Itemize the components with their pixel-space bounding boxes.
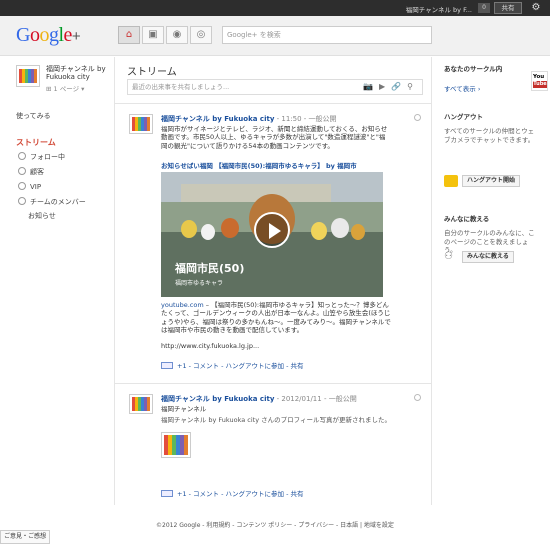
post-card: 福岡チャンネル by Fukuoka city - 2012/01/11 - 一… [115, 383, 431, 505]
post-action-links[interactable]: +1 - コメント - ハングアウトに参加 - 共有 [177, 362, 304, 370]
share-box-input[interactable]: 最近の出来事を共有しましょう... 📷▶🔗⚲ [127, 79, 423, 95]
hangout-heading: ハングアウト [444, 113, 483, 121]
tell-everyone-button[interactable]: みんなに教える [462, 251, 514, 263]
profile-name[interactable]: 福岡チャンネル by Fukuoka city [46, 65, 106, 81]
account-name[interactable]: 福岡チャンネル by F... [406, 4, 472, 14]
post-meta: - 2012/01/11 - 一般公開 [274, 395, 357, 403]
post-link-title[interactable]: お知らせばい福岡 【福岡市民(50):福岡市ゆるキャラ】 by 福岡市 [161, 160, 391, 170]
share-attach-icons[interactable]: 📷▶🔗⚲ [363, 80, 419, 94]
left-sidebar: 福岡チャンネル by Fukuoka city ⊞ 1 ページ ▾ 使ってみる … [0, 57, 112, 517]
post-author[interactable]: 福岡チャンネル by Fukuoka city [161, 395, 274, 403]
post-card: 福岡チャンネル by Fukuoka city - 11:50 - 一般公開 福… [115, 103, 431, 383]
search-input[interactable]: Google+ を検索 [222, 26, 432, 44]
post-text: 福岡市がサイネージとテレビ、ラジオ、新聞と締結運動しておくる、お知らせ動画です。… [161, 125, 388, 150]
tell-heading: みんなに教える [444, 215, 490, 223]
hangout-start-button[interactable]: ハングアウト開始 [462, 175, 521, 187]
google-plus-logo[interactable]: Google+ [16, 24, 81, 47]
post-actions: +1 - コメント - ハングアウトに参加 - 共有 [161, 360, 304, 370]
sidebar-item-team[interactable]: チームのメンバー [18, 197, 86, 207]
post-avatar[interactable] [129, 114, 153, 134]
link-description: youtube.com – 【福岡市民(50):福岡市ゆるキャラ】知っとった〜？… [161, 301, 391, 334]
sidebar-item-vip[interactable]: VIP [18, 182, 41, 191]
post-line: 福岡チャンネル by Fukuoka city さんのプロフィール写真が更新され… [161, 416, 391, 424]
photos-icon[interactable]: ▣ [142, 26, 164, 44]
circles-icon[interactable]: ◎ [190, 26, 212, 44]
youtube-icon[interactable]: You Tube [531, 71, 548, 91]
post-header: 福岡チャンネル by Fukuoka city - 11:50 - 一般公開 [161, 114, 337, 124]
gear-icon[interactable]: ⚙ [530, 2, 542, 14]
post-menu-icon[interactable] [414, 114, 421, 121]
try-link[interactable]: 使ってみる [16, 111, 51, 121]
feedback-button[interactable]: ご意見・ご感想 [0, 530, 50, 544]
video-caption: 福岡市民(50) [175, 262, 245, 275]
profile-page-selector[interactable]: ⊞ 1 ページ ▾ [46, 83, 84, 93]
share-button[interactable]: 共有 [494, 2, 522, 14]
profile-icon[interactable]: ◉ [166, 26, 188, 44]
home-icon[interactable]: ⌂ [118, 26, 140, 44]
post-line: 福岡チャンネル [161, 405, 207, 413]
updated-profile-photo[interactable] [161, 432, 191, 458]
post-header: 福岡チャンネル by Fukuoka city - 2012/01/11 - 一… [161, 394, 357, 404]
show-all-link[interactable]: すべて表示 › [444, 83, 480, 93]
notification-count[interactable]: 0 [478, 3, 490, 13]
video-subcaption: 福岡市ゆるキャラ [175, 280, 224, 287]
profile-page-label: 1 ページ [53, 85, 80, 93]
right-sidebar: あなたのサークル内 すべて表示 › You Tube ハングアウト すべてのサーク… [438, 57, 550, 517]
people-icon: ⚇ [444, 251, 453, 262]
hangout-text: すべてのサークルの仲間とウェブカメラでチャットできます。 [444, 127, 535, 144]
page-title: ストリーム [127, 67, 177, 78]
stream-column: ストリーム 最近の出来事を共有しましょう... 📷▶🔗⚲ 福岡チャンネル by … [114, 57, 432, 505]
video-camera-icon [444, 175, 458, 187]
sidebar-item-stream[interactable]: ストリーム [16, 137, 56, 148]
sidebar-item-customers[interactable]: 顧客 [18, 167, 44, 177]
post-author[interactable]: 福岡チャンネル by Fukuoka city [161, 115, 274, 123]
post-meta: - 11:50 - 一般公開 [274, 115, 337, 123]
sidebar-item-notices[interactable]: お知らせ [28, 211, 56, 221]
plus-one-icon[interactable] [161, 490, 173, 497]
video-thumbnail[interactable]: 福岡市民(50) 福岡市ゆるキャラ [161, 172, 383, 297]
top-bar: 福岡チャンネル by F... 0 共有 ⚙ [0, 0, 550, 16]
header: Google+ ⌂ ▣ ◉ ◎ Google+ を検索 [0, 16, 550, 56]
post-action-links[interactable]: +1 - コメント - ハングアウトに参加 - 共有 [177, 490, 304, 498]
share-box-placeholder: 最近の出来事を共有しましょう... [132, 83, 230, 91]
play-icon[interactable] [254, 212, 290, 248]
profile-avatar[interactable] [16, 65, 40, 87]
circles-heading: あなたのサークル内 [444, 65, 503, 73]
post-actions: +1 - コメント - ハングアウトに参加 - 共有 [161, 488, 304, 498]
post-avatar[interactable] [129, 394, 153, 414]
footer[interactable]: ©2012 Google - 利用規約 - コンテンツ ポリシー - プライバシ… [0, 520, 550, 529]
sidebar-item-following[interactable]: フォロー中 [18, 152, 65, 162]
post-menu-icon[interactable] [414, 394, 421, 401]
plus-one-icon[interactable] [161, 362, 173, 369]
source-link[interactable]: youtube.com [161, 301, 204, 309]
post-url[interactable]: http://www.city.fukuoka.lg.jp... [161, 342, 391, 350]
